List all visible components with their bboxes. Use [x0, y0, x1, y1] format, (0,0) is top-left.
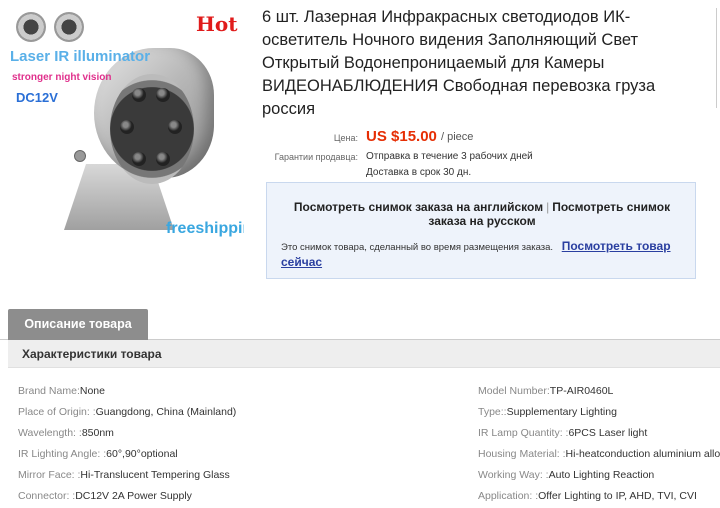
snapshot-separator: |: [546, 200, 550, 214]
snapshot-english-link[interactable]: Посмотреть снимок заказа на английском: [294, 200, 543, 214]
thumbnail-1: [16, 12, 46, 42]
spec-item: Wavelength: :850nm: [18, 427, 114, 439]
led-icon: [132, 88, 146, 102]
guarantee-label: Гарантии продавца:: [274, 152, 358, 162]
thumbnail-2: [54, 12, 84, 42]
product-image[interactable]: Hot Laser IR illuminator stronger night …: [6, 4, 244, 238]
spec-item: Brand Name:None: [18, 385, 105, 397]
spec-item: Place of Origin: :Guangdong, China (Main…: [18, 406, 237, 418]
image-caption-voltage: DC12V: [16, 90, 58, 105]
spec-item: IR Lamp Quantity: :6PCS Laser light: [478, 427, 648, 439]
specs-header: Характеристики товара: [8, 340, 720, 368]
product-title: 6 шт. Лазерная Инфракрасных светодиодов …: [262, 8, 656, 118]
tab-description[interactable]: Описание товара: [8, 309, 148, 340]
spec-item: Working Way: :Auto Lighting Reaction: [478, 469, 655, 481]
led-icon: [156, 152, 170, 166]
snapshot-note-text: Это снимок товара, сделанный во время ра…: [281, 242, 554, 253]
spec-item: Type::Supplementary Lighting: [478, 406, 617, 418]
led-icon: [156, 88, 170, 102]
spec-item: Connector: :DC12V 2A Power Supply: [18, 490, 192, 502]
guarantee-delivery: Доставка в срок 30 дн.: [366, 167, 472, 178]
image-caption-illuminator: Laser IR illuminator: [10, 48, 151, 65]
price-unit: / piece: [441, 131, 474, 143]
order-snapshot-box: Посмотреть снимок заказа на английском | П…: [266, 182, 696, 279]
spec-item: Application: :Offer Lighting to IP, AHD,…: [478, 490, 697, 502]
camera-lens-face: [110, 74, 194, 184]
snapshot-links: Посмотреть снимок заказа на английском | П…: [277, 200, 687, 228]
snapshot-note: Это снимок товара, сделанный во время ра…: [281, 239, 691, 271]
led-icon: [168, 120, 182, 134]
spec-item: Model Number:TP-AIR0460L: [478, 385, 614, 397]
guarantee-dispatch: Отправка в течение 3 рабочих дней: [366, 151, 533, 162]
hot-badge: Hot: [196, 12, 238, 36]
screw-icon: [74, 150, 86, 162]
image-caption-freeshipping: freeshipping: [166, 220, 244, 237]
led-icon: [132, 152, 146, 166]
spec-item: Housing Material: :Hi-heatconduction alu…: [478, 448, 720, 460]
price-value: US $15.00: [366, 128, 437, 145]
spec-item: Mirror Face: :Hi-Translucent Tempering G…: [18, 469, 230, 481]
price-label: Цена:: [333, 133, 358, 143]
led-icon: [120, 120, 134, 134]
spec-item: IR Lighting Angle: :60°,90°optional: [18, 448, 178, 460]
right-panel-edge: [716, 8, 720, 108]
image-caption-night-vision: stronger night vision: [12, 72, 112, 83]
